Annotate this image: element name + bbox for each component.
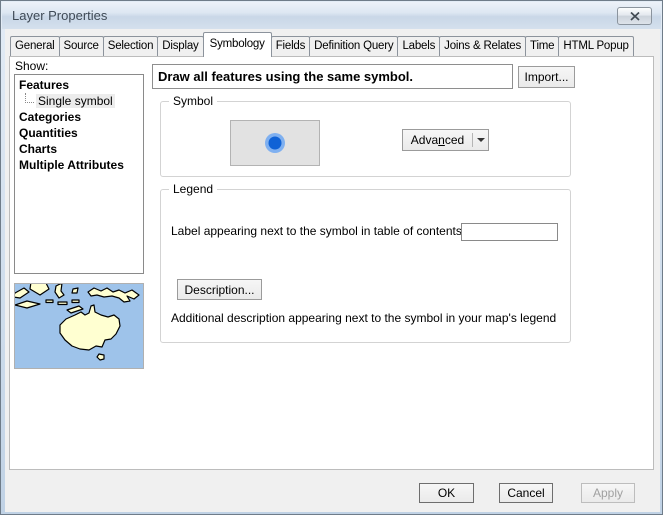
symbol-groupbox: Symbol Advanced <box>160 101 571 177</box>
map-land-halmahera <box>72 288 78 293</box>
tree-item-quantities[interactable]: Quantities <box>15 125 143 141</box>
tree-item-features[interactable]: Features <box>15 77 143 93</box>
tab-html-popup[interactable]: HTML Popup <box>558 36 633 56</box>
symbol-preview-button[interactable] <box>230 120 320 166</box>
close-icon <box>630 12 640 21</box>
ok-button[interactable]: OK <box>419 483 474 503</box>
legend-additional-caption: Additional description appearing next to… <box>171 311 556 325</box>
symbology-tab-page: Show: Features Single symbol Categories … <box>9 56 654 470</box>
tree-item-multiple-attributes[interactable]: Multiple Attributes <box>15 157 143 173</box>
description-button[interactable]: Description... <box>177 279 262 300</box>
tab-fields[interactable]: Fields <box>271 36 310 56</box>
legend-label-caption: Label appearing next to the symbol in ta… <box>171 224 465 238</box>
dropdown-arrow-area[interactable] <box>473 130 488 150</box>
tree-item-charts[interactable]: Charts <box>15 141 143 157</box>
map-preview-image <box>15 284 143 368</box>
renderer-tree: Features Single symbol Categories Quanti… <box>14 74 144 274</box>
tab-source[interactable]: Source <box>59 36 104 56</box>
cancel-button[interactable]: Cancel <box>499 483 553 503</box>
map-preview <box>14 283 144 369</box>
tab-symbology[interactable]: Symbology <box>203 32 272 57</box>
legend-group-title: Legend <box>169 182 217 196</box>
tree-elbow-icon <box>25 93 34 103</box>
tab-display[interactable]: Display <box>157 36 203 56</box>
layer-properties-dialog: Layer Properties General Source Selectio… <box>0 0 663 515</box>
point-symbol-icon <box>264 132 286 154</box>
advanced-label: Advanced <box>403 130 472 150</box>
close-button[interactable] <box>617 7 652 25</box>
renderer-description: Draw all features using the same symbol. <box>152 64 513 89</box>
window-title: Layer Properties <box>12 8 107 23</box>
title-bar[interactable]: Layer Properties <box>2 2 661 29</box>
tree-item-single-symbol[interactable]: Single symbol <box>15 93 143 109</box>
legend-label-input[interactable] <box>461 223 558 241</box>
map-land-island <box>46 300 53 303</box>
symbol-group-title: Symbol <box>169 94 217 108</box>
advanced-dropdown-button[interactable]: Advanced <box>402 129 489 151</box>
tree-item-label: Single symbol <box>36 94 115 108</box>
tab-general[interactable]: General <box>10 36 60 56</box>
import-button[interactable]: Import... <box>518 66 575 88</box>
map-land-island <box>72 300 79 303</box>
tree-item-categories[interactable]: Categories <box>15 109 143 125</box>
chevron-down-icon <box>477 138 485 142</box>
map-land-island <box>58 302 67 305</box>
show-label: Show: <box>15 59 48 73</box>
tab-selection[interactable]: Selection <box>103 36 159 56</box>
tab-time[interactable]: Time <box>525 36 559 56</box>
apply-button[interactable]: Apply <box>581 483 635 503</box>
legend-groupbox: Legend Label appearing next to the symbo… <box>160 189 571 343</box>
tab-definition-query[interactable]: Definition Query <box>309 36 398 56</box>
tab-labels[interactable]: Labels <box>397 36 440 56</box>
tab-bar: General Source Selection Display Symbolo… <box>11 32 634 56</box>
tab-joins-relates[interactable]: Joins & Relates <box>439 36 526 56</box>
